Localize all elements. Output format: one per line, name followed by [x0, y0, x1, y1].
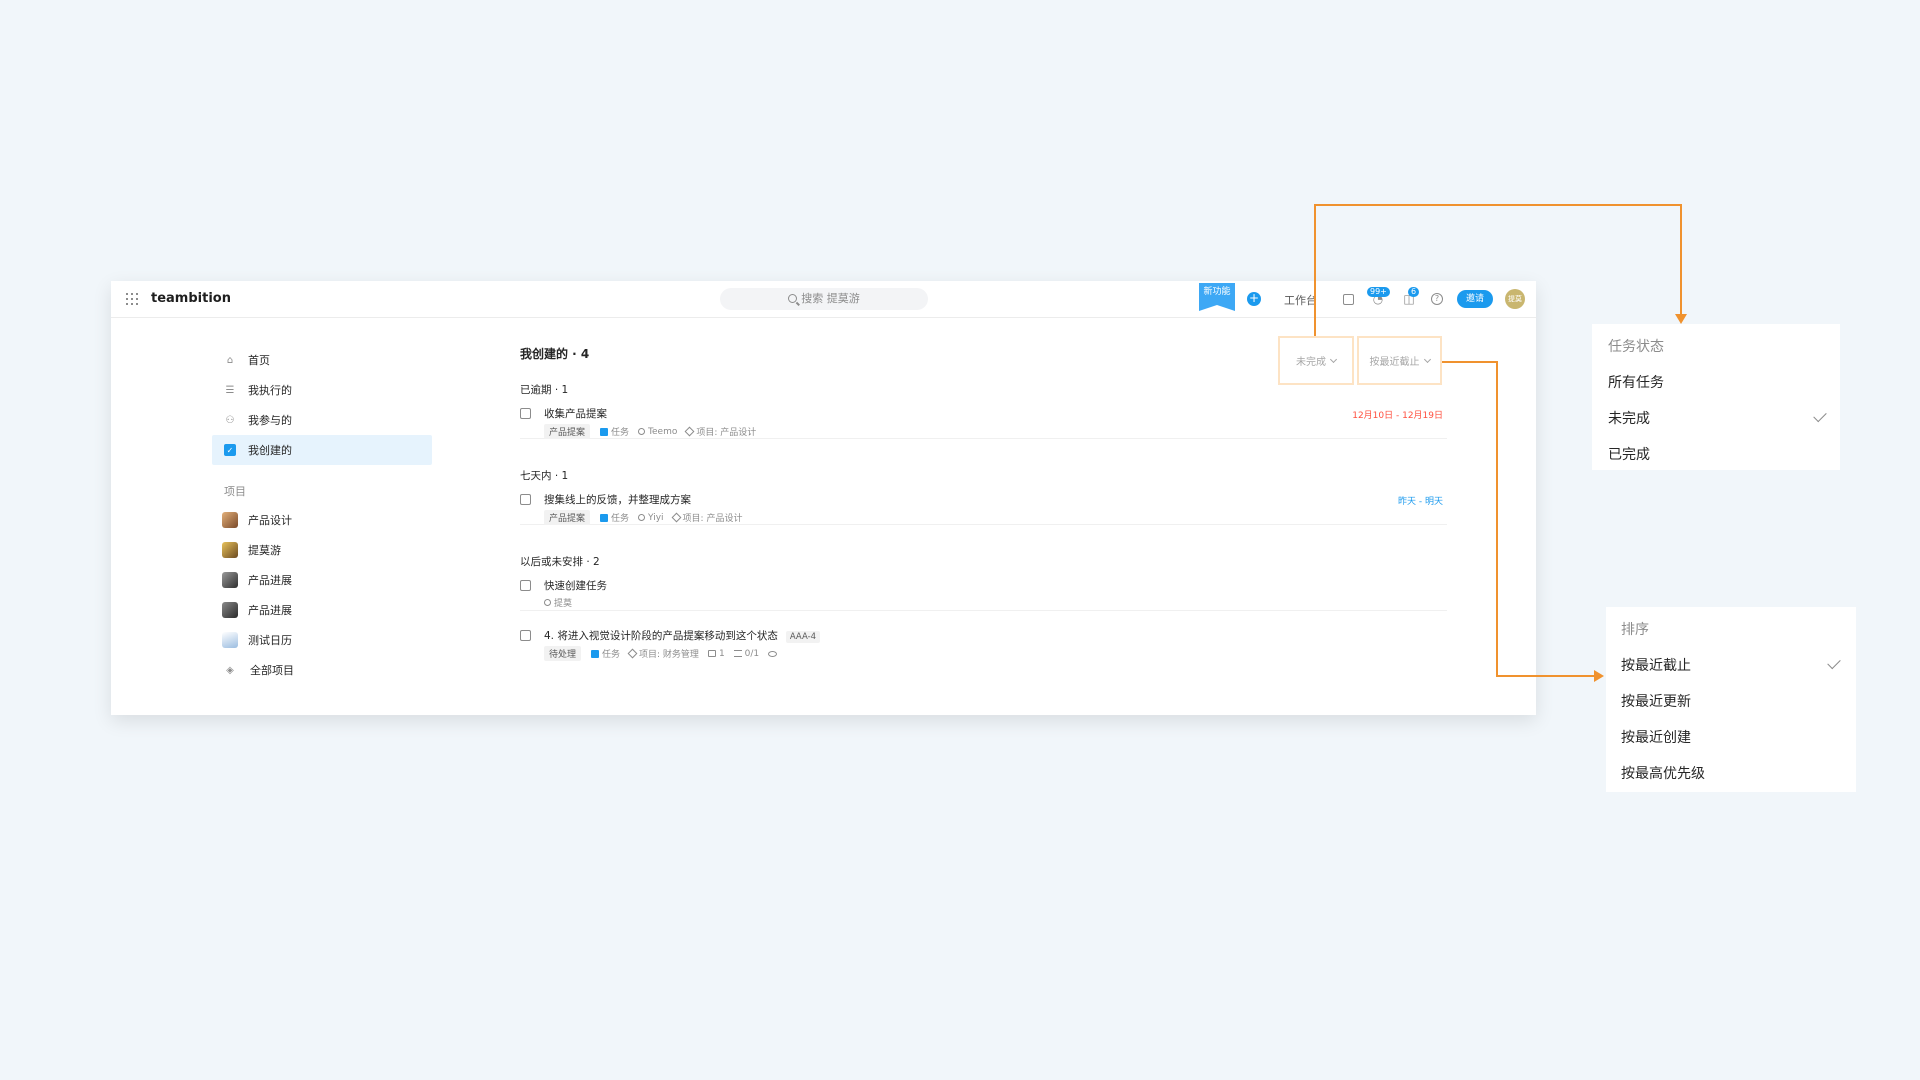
dropdown-title: 任务状态	[1608, 339, 1664, 355]
check-icon	[1827, 655, 1841, 670]
sort-dropdown: 排序 按最近截止 按最近更新 按最近创建 按最高优先级	[1606, 607, 1856, 792]
status-dropdown: 任务状态 所有任务 未完成 已完成	[1592, 324, 1840, 470]
status-arrow-line	[1314, 204, 1682, 336]
status-arrow-head	[1675, 314, 1687, 324]
status-option-incomplete[interactable]: 未完成	[1608, 408, 1650, 428]
sort-option-priority[interactable]: 按最高优先级	[1621, 763, 1705, 783]
sort-arrow-head	[1594, 670, 1604, 682]
sort-option-updated[interactable]: 按最近更新	[1621, 691, 1691, 711]
check-icon	[1813, 408, 1827, 423]
sort-option-created[interactable]: 按最近创建	[1621, 727, 1691, 747]
dropdown-title: 排序	[1621, 622, 1649, 638]
sort-option-due[interactable]: 按最近截止	[1621, 655, 1691, 675]
annotation-arrows	[1314, 204, 1687, 682]
status-option-done[interactable]: 已完成	[1608, 444, 1650, 464]
status-option-all[interactable]: 所有任务	[1608, 372, 1664, 392]
sort-arrow-line	[1442, 361, 1596, 677]
